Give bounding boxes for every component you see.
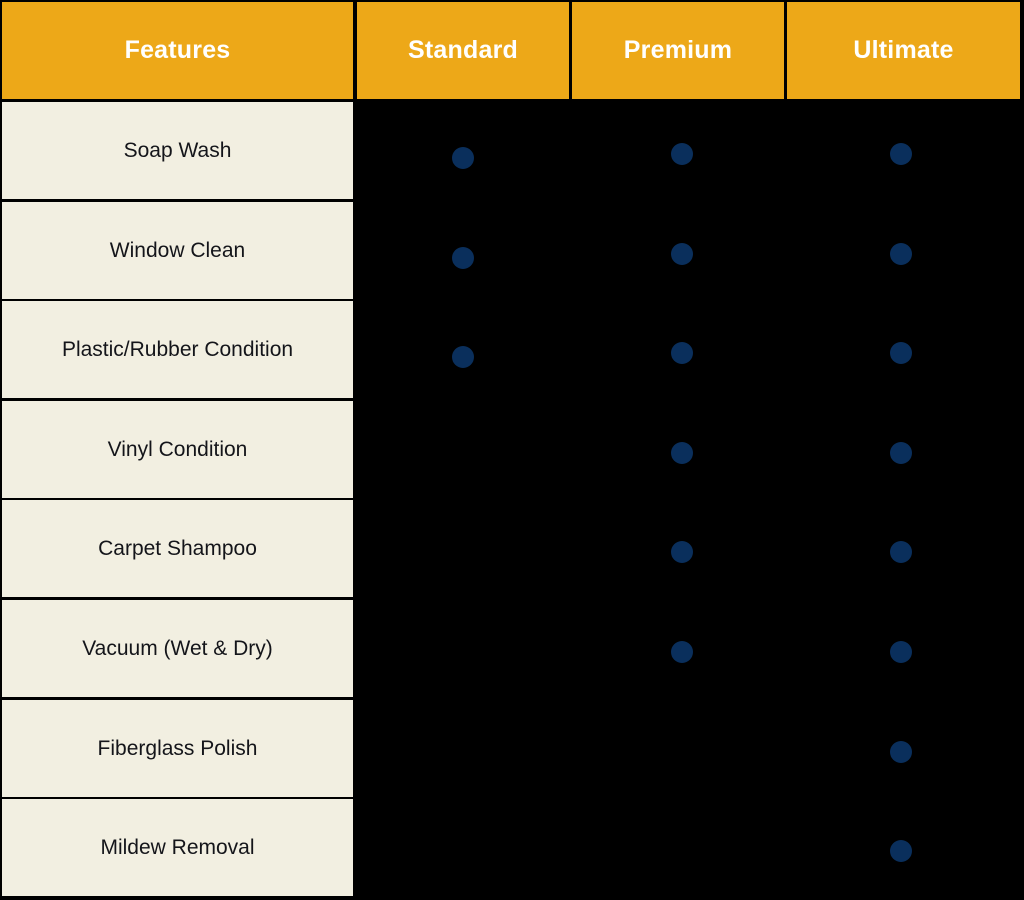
feature-cell: Carpet Shampoo: [2, 500, 353, 598]
column-header-features-label: Features: [124, 36, 231, 64]
filled-circle-icon: [671, 342, 693, 365]
feature-cell: Mildew Removal: [2, 799, 353, 897]
feature-label: Vacuum (Wet & Dry): [82, 636, 273, 660]
filled-circle-icon: [890, 641, 912, 663]
column-header-premium-label: Premium: [623, 36, 733, 64]
filled-circle-icon: [671, 143, 693, 165]
column-header-standard-label: Standard: [408, 36, 518, 64]
feature-cell: Fiberglass Polish: [2, 699, 353, 797]
filled-circle-icon: [671, 541, 693, 564]
feature-label: Mildew Removal: [100, 836, 255, 860]
filled-circle-icon: [890, 342, 912, 365]
feature-cell: Plastic/Rubber Condition: [2, 301, 353, 399]
filled-circle-icon: [671, 641, 693, 663]
filled-circle-icon: [671, 242, 693, 265]
feature-cell: Window Clean: [2, 201, 353, 299]
filled-circle-icon: [890, 441, 912, 464]
filled-circle-icon: [452, 246, 474, 269]
column-header-ultimate-label: Ultimate: [853, 36, 954, 64]
filled-circle-icon: [890, 242, 912, 265]
feature-label: Plastic/Rubber Condition: [61, 338, 294, 362]
filled-circle-icon: [452, 147, 474, 169]
filled-circle-icon: [890, 541, 912, 564]
filled-circle-icon: [890, 840, 912, 863]
table-header-row: Features Standard Premium Ultimate: [0, 0, 1024, 101]
feature-label: Fiberglass Polish: [97, 736, 258, 760]
feature-label: Soap Wash: [123, 138, 232, 162]
feature-cell: Soap Wash: [2, 102, 353, 199]
feature-label: Carpet Shampoo: [98, 537, 257, 561]
feature-cell: Vinyl Condition: [2, 400, 353, 498]
comparison-table: Features Standard Premium Ultimate Soap …: [0, 0, 1024, 900]
filled-circle-icon: [890, 143, 912, 165]
filled-circle-icon: [452, 346, 474, 369]
feature-label: Window Clean: [109, 238, 246, 262]
feature-cell: Vacuum (Wet & Dry): [2, 600, 353, 697]
filled-circle-icon: [671, 441, 693, 464]
column-header-premium: Premium: [572, 2, 784, 99]
feature-label: Vinyl Condition: [107, 437, 248, 461]
column-header-standard: Standard: [357, 2, 569, 99]
column-header-features: Features: [2, 2, 353, 99]
column-header-ultimate: Ultimate: [787, 2, 1020, 99]
filled-circle-icon: [890, 740, 912, 763]
